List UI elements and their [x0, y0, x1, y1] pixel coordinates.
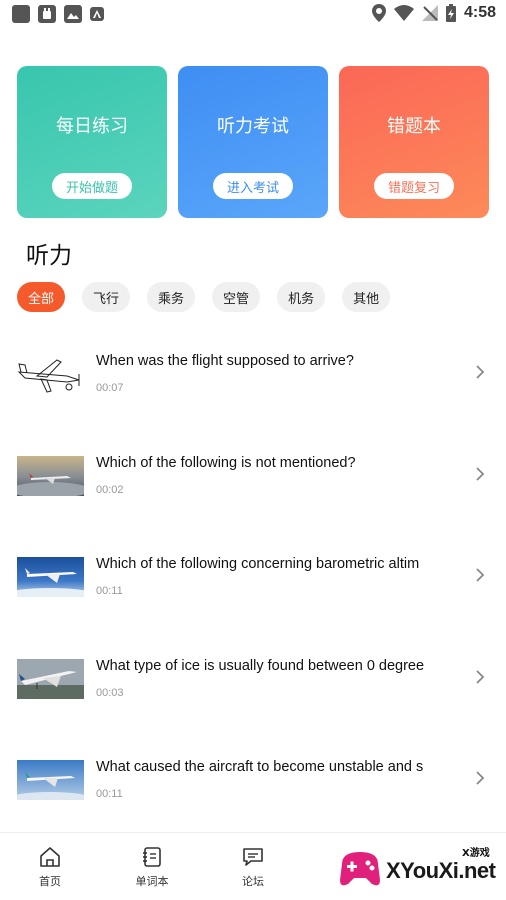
filter-flight[interactable]: 飞行 — [82, 282, 131, 312]
app-icon — [12, 5, 30, 23]
nav-wordbook[interactable]: 单词本 — [122, 845, 182, 889]
item-title: Which of the following concerning barome… — [96, 556, 420, 572]
item-duration: 00:07 — [96, 382, 124, 394]
status-right-icons: 4:58 — [371, 4, 496, 22]
airliner-blue-sky-thumbnail — [17, 557, 84, 597]
chevron-right-icon — [476, 568, 485, 582]
item-duration: 00:02 — [96, 483, 124, 496]
card-title: 听力考试 — [217, 116, 289, 137]
signal-off-icon — [421, 5, 438, 21]
item-title: What caused the aircraft to become unsta… — [96, 759, 424, 775]
item-title: What type of ice is usually found betwee… — [96, 657, 425, 674]
status-left-icons — [12, 5, 104, 23]
list-item[interactable]: When was the flight supposed to arrive? … — [0, 323, 506, 425]
wrong-answers-card[interactable]: 错题本 错题复习 — [339, 66, 489, 218]
chat-icon — [243, 848, 263, 866]
wifi-icon — [393, 5, 414, 21]
notebook-icon — [143, 847, 161, 867]
location-icon — [371, 4, 386, 22]
item-title: When was the flight supposed to arrive? — [96, 353, 354, 369]
nav-label: 单词本 — [135, 875, 169, 888]
item-duration: 00:11 — [96, 788, 123, 800]
image-icon — [64, 5, 82, 23]
airliner-takeoff-thumbnail — [17, 658, 84, 699]
list-item[interactable]: Which of the following is not mentioned?… — [0, 425, 506, 527]
watermark-logo: X游戏 XYouXi.net — [336, 842, 501, 894]
review-mistakes-button[interactable]: 错题复习 — [374, 173, 454, 199]
filter-cabin-crew[interactable]: 乘务 — [147, 282, 196, 312]
status-time: 4:58 — [463, 4, 496, 21]
battery-charging-icon — [445, 4, 456, 22]
airliner-sky-thumbnail — [17, 760, 84, 800]
nav-forum[interactable]: 论坛 — [223, 845, 283, 889]
filter-other[interactable]: 其他 — [342, 282, 391, 312]
listening-list: When was the flight supposed to arrive? … — [0, 323, 506, 831]
chevron-right-icon — [476, 771, 485, 785]
daily-practice-card[interactable]: 每日练习 开始做题 — [17, 66, 167, 218]
home-icon — [40, 847, 60, 867]
card-title: 错题本 — [387, 116, 441, 137]
section-title: 听力 — [26, 243, 72, 269]
watermark-small-text: X游戏 — [462, 848, 490, 859]
propeller-plane-thumbnail — [17, 354, 84, 394]
filter-maintenance[interactable]: 机务 — [277, 282, 326, 312]
enter-exam-button[interactable]: 进入考试 — [213, 173, 293, 199]
item-duration: 00:03 — [96, 686, 124, 699]
chevron-right-icon — [476, 365, 485, 379]
airliner-clouds-thumbnail — [17, 455, 84, 496]
nav-home[interactable]: 首页 — [20, 845, 80, 889]
listening-exam-card[interactable]: 听力考试 进入考试 — [178, 66, 328, 218]
text-a-icon — [90, 7, 104, 21]
nav-label: 论坛 — [242, 875, 264, 888]
nav-label: 首页 — [39, 875, 61, 888]
gamepad-logo-icon — [340, 852, 380, 886]
item-title: Which of the following is not mentioned? — [96, 454, 356, 471]
watermark-text: XYouXi.net — [386, 858, 496, 883]
item-duration: 00:11 — [96, 585, 123, 597]
list-item[interactable]: Which of the following concerning barome… — [0, 526, 506, 628]
practice-cards: 每日练习 开始做题 听力考试 进入考试 错题本 错题复习 — [17, 66, 489, 218]
card-title: 每日练习 — [56, 116, 128, 137]
status-bar: 4:58 — [0, 0, 506, 28]
filter-all[interactable]: 全部 — [17, 282, 66, 312]
category-filter: 全部 飞行 乘务 空管 机务 其他 — [17, 282, 391, 312]
list-item[interactable]: What caused the aircraft to become unsta… — [0, 729, 506, 831]
chevron-right-icon — [476, 669, 485, 684]
filter-atc[interactable]: 空管 — [212, 282, 261, 312]
chevron-right-icon — [476, 466, 485, 481]
list-item[interactable]: What type of ice is usually found betwee… — [0, 628, 506, 730]
notification-hand-icon — [38, 5, 56, 23]
start-practice-button[interactable]: 开始做题 — [52, 173, 132, 199]
